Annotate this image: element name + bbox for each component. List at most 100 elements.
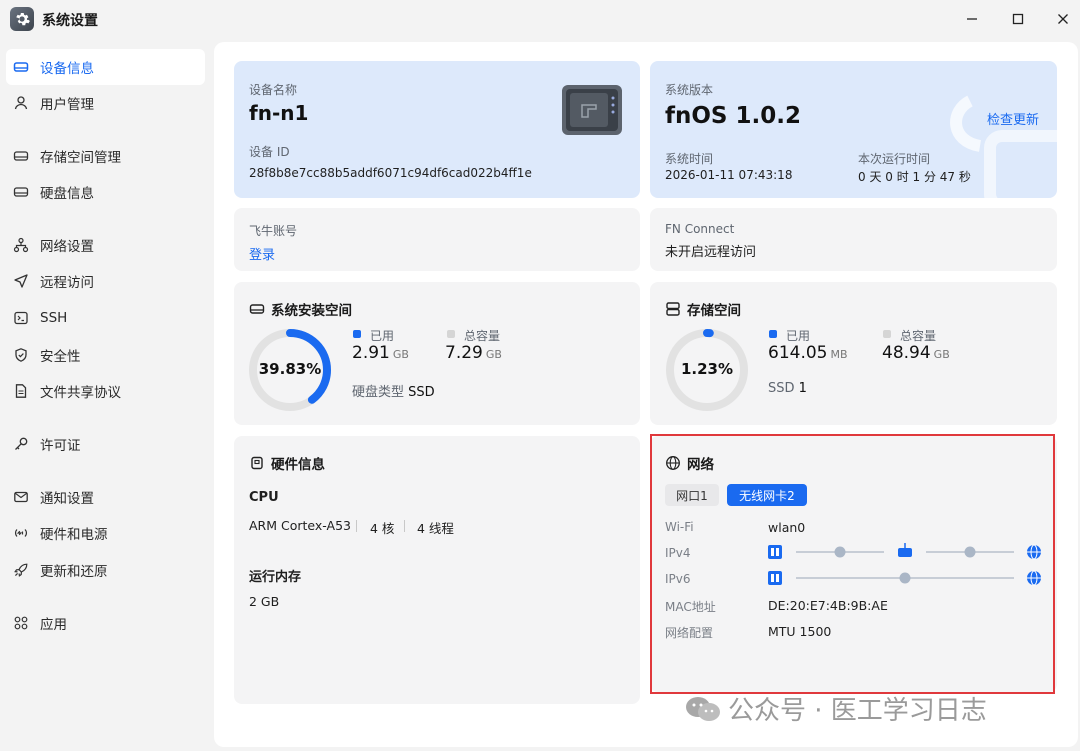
rocket-icon	[12, 561, 30, 579]
uptime-label: 本次运行时间	[858, 152, 931, 166]
wechat-icon	[686, 696, 720, 721]
cpu-threads: 4 线程	[417, 521, 454, 536]
device-icon	[12, 58, 30, 76]
sidebar-item-security[interactable]: 安全性	[6, 337, 205, 373]
sidebar-item-label: 网络设置	[40, 239, 94, 255]
system-version: fnOS 1.0.2	[665, 103, 801, 129]
sidebar-item-update-restore[interactable]: 更新和还原	[6, 552, 205, 588]
window-title: 系统设置	[42, 13, 98, 29]
watermark-text: 公众号 · 医工学习日志	[728, 696, 987, 726]
hardware-title-text: 硬件信息	[271, 457, 325, 473]
hardware-title: 硬件信息	[249, 453, 325, 473]
device-name: fn-n1	[249, 101, 309, 125]
sidebar-item-label: 设备信息	[40, 61, 94, 77]
total-value: 48.94 GB	[882, 343, 950, 363]
sidebar-item-device-info[interactable]: 设备信息	[6, 49, 205, 85]
sidebar-item-storage[interactable]: 存储空间管理	[6, 138, 205, 174]
hardware-card: 硬件信息 CPU ARM Cortex-A53 4 核 4 线程 运行内存 2 …	[234, 436, 640, 704]
used-legend-square	[769, 330, 777, 338]
system-time-label: 系统时间	[665, 152, 714, 166]
check-update-link[interactable]: 检查更新	[987, 109, 1039, 128]
chip-icon	[249, 455, 265, 471]
maximize-button[interactable]	[1004, 6, 1032, 32]
device-id: 28f8b8e7cc88b5addf6071c94df6cad022b4ff1e	[249, 166, 532, 180]
fn-connect-label: FN Connect	[665, 222, 735, 236]
storage-percent: 1.23%	[680, 360, 734, 378]
login-link[interactable]: 登录	[249, 244, 275, 263]
watermark: 公众号 · 医工学习日志	[684, 690, 987, 727]
sidebar-item-label: 更新和还原	[40, 564, 108, 580]
system-space-title-text: 系统安装空间	[271, 303, 352, 319]
sidebar-item-disk[interactable]: 硬盘信息	[6, 174, 205, 210]
shield-icon	[12, 346, 30, 364]
storage-icon	[665, 301, 681, 317]
uptime: 0 天 0 时 1 分 47 秒	[858, 170, 971, 184]
sidebar-item-hardware-power[interactable]: 硬件和电源	[6, 515, 205, 551]
system-space-card: 系统安装空间 39.83% 已用 总容量 2.91 GB 7.29 GB 硬盘类型 …	[234, 282, 640, 425]
used-legend-square	[353, 330, 361, 338]
total-label: 总容量	[900, 329, 937, 343]
used-label: 已用	[370, 329, 395, 343]
user-icon	[12, 94, 30, 112]
used-label: 已用	[786, 329, 811, 343]
sidebar-item-label: 硬件和电源	[40, 527, 108, 543]
account-label: 飞牛账号	[249, 224, 298, 238]
close-button[interactable]	[1049, 6, 1077, 32]
system-time: 2026-01-11 07:43:18	[665, 168, 793, 182]
version-label: 系统版本	[665, 83, 714, 97]
apps-icon	[12, 614, 30, 632]
sidebar-item-label: SSH	[40, 310, 68, 326]
total-legend-square	[883, 330, 891, 338]
divider	[356, 520, 357, 532]
sidebar-item-label: 应用	[40, 617, 67, 633]
divider	[404, 520, 405, 532]
storage-title-text: 存储空间	[687, 303, 741, 319]
gear-icon	[10, 7, 34, 31]
storage-title: 存储空间	[665, 299, 741, 319]
title-bar: 系统设置	[0, 0, 1080, 38]
sidebar-item-file-sharing[interactable]: 文件共享协议	[6, 373, 205, 409]
sidebar-item-label: 许可证	[40, 438, 81, 454]
ssd-count: SSD 1	[768, 381, 807, 396]
sidebar-item-label: 文件共享协议	[40, 385, 121, 401]
key-icon	[12, 435, 30, 453]
sidebar-item-notifications[interactable]: 通知设置	[6, 479, 205, 515]
system-space-title: 系统安装空间	[249, 299, 352, 319]
system-space-percent: 39.83%	[258, 360, 322, 378]
sidebar-item-label: 硬盘信息	[40, 186, 94, 202]
sidebar-item-label: 安全性	[40, 349, 81, 365]
mail-icon	[12, 488, 30, 506]
used-value: 2.91 GB	[352, 343, 409, 363]
terminal-icon	[12, 309, 30, 327]
device-name-label: 设备名称	[249, 83, 298, 97]
network-icon	[12, 236, 30, 254]
sidebar-item-remote-access[interactable]: 远程访问	[6, 263, 205, 299]
cpu-label: CPU	[249, 490, 279, 505]
sidebar-item-apps[interactable]: 应用	[6, 605, 205, 641]
cpu-model: ARM Cortex-A53	[249, 518, 351, 533]
account-card: 飞牛账号 登录	[234, 208, 640, 271]
sidebar-item-label: 用户管理	[40, 97, 94, 113]
fn-connect-status: 未开启远程访问	[665, 245, 757, 260]
minimize-button[interactable]	[958, 6, 986, 32]
cpu-cores: 4 核	[370, 521, 395, 536]
device-id-label: 设备 ID	[249, 145, 290, 159]
memory-value: 2 GB	[249, 594, 280, 609]
device-card: 设备名称 fn-n1 设备 ID 28f8b8e7cc88b5addf6071c…	[234, 61, 640, 198]
sidebar-item-users[interactable]: 用户管理	[6, 85, 205, 121]
storage-card: 存储空间 1.23% 已用 总容量 614.05 MB 48.94 GB SSD 1	[650, 282, 1057, 425]
used-value: 614.05 MB	[768, 343, 848, 363]
sidebar-item-network[interactable]: 网络设置	[6, 227, 205, 263]
disk-type: 硬盘类型 SSD	[352, 385, 435, 400]
highlight-box	[650, 434, 1055, 694]
send-icon	[12, 272, 30, 290]
sidebar-item-license[interactable]: 许可证	[6, 426, 205, 462]
sidebar-item-label: 远程访问	[40, 275, 94, 291]
power-icon	[12, 524, 30, 542]
sidebar-item-label: 通知设置	[40, 491, 94, 507]
nas-device-icon	[560, 83, 624, 141]
file-icon	[12, 382, 30, 400]
memory-label: 运行内存	[249, 570, 302, 585]
sidebar-item-ssh[interactable]: SSH	[6, 300, 205, 336]
disk-icon	[249, 301, 265, 317]
